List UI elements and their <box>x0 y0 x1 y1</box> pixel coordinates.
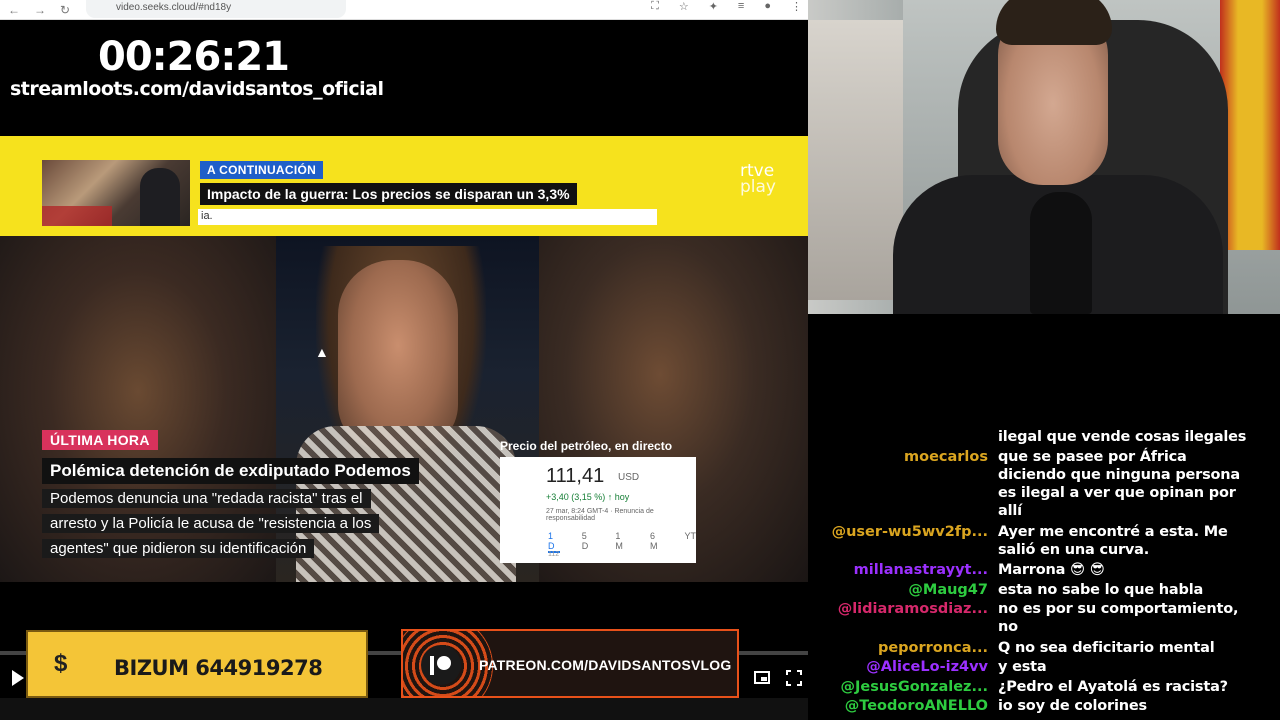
chat-username[interactable]: moecarlos <box>904 448 988 466</box>
patreon-link: PATREON.COM/DAVIDSANTOSVLOG <box>479 657 732 673</box>
address-bar[interactable]: video.seeks.cloud/#nd18y <box>86 0 346 18</box>
chat-message-line: que se pasee por África <box>998 448 1187 465</box>
rtve-logo-line2: play <box>740 177 776 197</box>
browser-nav: ← → ↻ <box>0 3 70 17</box>
oil-price-widget: 111,41 USD +3,40 (3,15 %) ↑ hoy 27 mar, … <box>500 457 696 563</box>
chat-message-text: no es por su comportamiento, no <box>998 600 1273 636</box>
menu-icon[interactable]: ⋮ <box>791 0 802 13</box>
oil-axis-value: 112 <box>548 551 560 558</box>
live-chat[interactable]: ilegal que vende cosas ilegales moecarlos… <box>808 314 1280 720</box>
range-tab-6m[interactable]: 6 M <box>650 531 663 553</box>
chat-username[interactable]: @TeodoroANELLO <box>845 697 988 715</box>
news-headline: Polémica detención de exdiputado Podemos <box>42 458 419 484</box>
thumbnail-person <box>140 168 180 226</box>
patreon-logo-icon <box>421 645 461 685</box>
chat-message-line: Ayer me encontré a esta. Me <box>998 524 1228 540</box>
patreon-banner: PATREON.COM/DAVIDSANTOSVLOG <box>401 629 739 698</box>
stream-screen: ← → ↻ video.seeks.cloud/#nd18y ⛶ ☆ ✦ ≡ ●… <box>0 0 1280 720</box>
fullscreen-icon[interactable] <box>786 670 802 686</box>
range-tab-1d[interactable]: 1 D <box>548 531 560 553</box>
play-icon[interactable] <box>12 670 24 686</box>
chat-message-line: Q no sea deficitario mental <box>998 639 1215 656</box>
chat-message-text: y esta <box>998 658 1273 676</box>
next-tag: A CONTINUACIÓN <box>200 161 324 179</box>
stream-timer: 00:26:21 <box>98 34 290 80</box>
range-tab-1m[interactable]: 1 M <box>615 531 628 553</box>
chat-message-text: esta no sabe lo que habla <box>998 581 1273 599</box>
player-base <box>0 698 808 720</box>
spain-flag <box>1220 0 1280 250</box>
chat-message-text: io soy de colorines <box>998 697 1273 715</box>
range-tab-5d[interactable]: 5 D <box>582 531 594 553</box>
chat-message-line: diciendo que ninguna persona <box>998 466 1240 483</box>
chat-message-line: y esta <box>998 659 1047 676</box>
browser-actions: ⛶ ☆ ✦ ≡ ● ⋮ <box>651 0 802 13</box>
chat-message-text: Q no sea deficitario mental <box>998 639 1273 657</box>
chat-username[interactable]: @JesusGonzalez... <box>841 678 989 696</box>
chat-message-text: Ayer me encontré a esta. Me salió en una … <box>998 523 1273 559</box>
back-icon[interactable]: ← <box>8 3 20 17</box>
browser-toolbar: ← → ↻ video.seeks.cloud/#nd18y ⛶ ☆ ✦ ≡ ●… <box>0 0 808 20</box>
microphone <box>1030 192 1092 314</box>
profile-avatar[interactable]: ● <box>764 0 771 13</box>
next-subtitle: ia. <box>198 209 657 225</box>
mouse-cursor-icon: ▲ <box>315 344 329 360</box>
chat-message-text: que se pasee por África diciendo que ning… <box>998 448 1273 520</box>
chat-message-line: no <box>998 619 1018 636</box>
rtve-play-logo: rtve play <box>740 163 776 197</box>
webcam-feed <box>808 0 1280 314</box>
thumbnail-cart <box>42 206 112 226</box>
chat-username[interactable]: @lidiaramosdiaz... <box>838 600 988 618</box>
chat-message-line: allí <box>998 502 1022 519</box>
chat-message-line: no es por su comportamiento, <box>998 601 1239 618</box>
extensions-icon[interactable]: ✦ <box>709 0 718 13</box>
chat-message-text: Marrona 😎 😎 <box>998 561 1273 579</box>
chat-message-line: salió en una curva. <box>998 542 1150 558</box>
news-video[interactable]: ▲ ÚLTIMA HORA Polémica detención de exdi… <box>0 236 808 582</box>
chat-username[interactable]: @AliceLo-iz4vv <box>866 658 988 676</box>
oil-range-tabs: 1 D 5 D 1 M 6 M YT <box>548 531 696 553</box>
chat-username[interactable]: @Maug47 <box>908 581 988 599</box>
news-subline: agentes" que pidieron su identificación <box>42 539 315 558</box>
range-tab-ytd[interactable]: YT <box>684 531 696 553</box>
reload-icon[interactable]: ↻ <box>60 3 70 17</box>
forward-icon[interactable]: → <box>34 3 46 17</box>
reporter-face <box>338 260 458 450</box>
bizum-banner: $ BIZUM 644919278 <box>26 630 368 698</box>
oil-price-date: 27 mar, 8:24 GMT-4 · Renuncia de respons… <box>546 508 654 522</box>
chat-message-text: ¿Pedro el Ayatolá es racista? <box>998 678 1273 696</box>
cast-icon[interactable]: ≡ <box>738 0 744 13</box>
dollar-icon: $ <box>54 650 68 677</box>
oil-price-change: +3,40 (3,15 %) ↑ hoy <box>546 492 630 502</box>
up-next-banner: A CONTINUACIÓN Impacto de la guerra: Los… <box>0 136 808 236</box>
chat-message-text: ilegal que vende cosas ilegales <box>998 428 1273 446</box>
chat-username[interactable]: @user-wu5wv2fp... <box>832 523 988 541</box>
bizum-number: BIZUM 644919278 <box>114 656 323 680</box>
chat-message-line: io soy de colorines <box>998 698 1147 715</box>
picture-in-picture-icon[interactable] <box>754 671 770 684</box>
streamloots-link: streamloots.com/davidsantos_oficial <box>10 78 384 100</box>
next-title[interactable]: Impacto de la guerra: Los precios se dis… <box>200 183 577 205</box>
bookmark-star-icon[interactable]: ☆ <box>679 0 689 13</box>
oil-price-value: 111,41 <box>546 465 605 487</box>
news-subline: Podemos denuncia una "redada racista" tr… <box>42 489 371 508</box>
chat-message-line: es ilegal a ver que opinan por <box>998 484 1236 501</box>
oil-price-unit: USD <box>618 472 640 483</box>
chat-message-line: Marrona 😎 😎 <box>998 562 1105 579</box>
webcam-shelf <box>808 20 903 300</box>
chat-username[interactable]: peporronca... <box>878 639 988 657</box>
oil-price-label: Precio del petróleo, en directo <box>500 439 673 453</box>
next-thumbnail[interactable] <box>42 160 190 226</box>
translate-icon[interactable]: ⛶ <box>651 0 659 13</box>
chat-message-line: ilegal que vende cosas ilegales <box>998 429 1247 445</box>
streamer-hair <box>996 0 1112 45</box>
chat-message-line: ¿Pedro el Ayatolá es racista? <box>998 678 1228 695</box>
chat-message-line: esta no sabe lo que habla <box>998 581 1204 598</box>
news-subline: arresto y la Policía le acusa de "resist… <box>42 514 380 533</box>
chat-username[interactable]: millanastrayyt... <box>854 561 988 579</box>
breaking-news-tag: ÚLTIMA HORA <box>42 430 158 450</box>
